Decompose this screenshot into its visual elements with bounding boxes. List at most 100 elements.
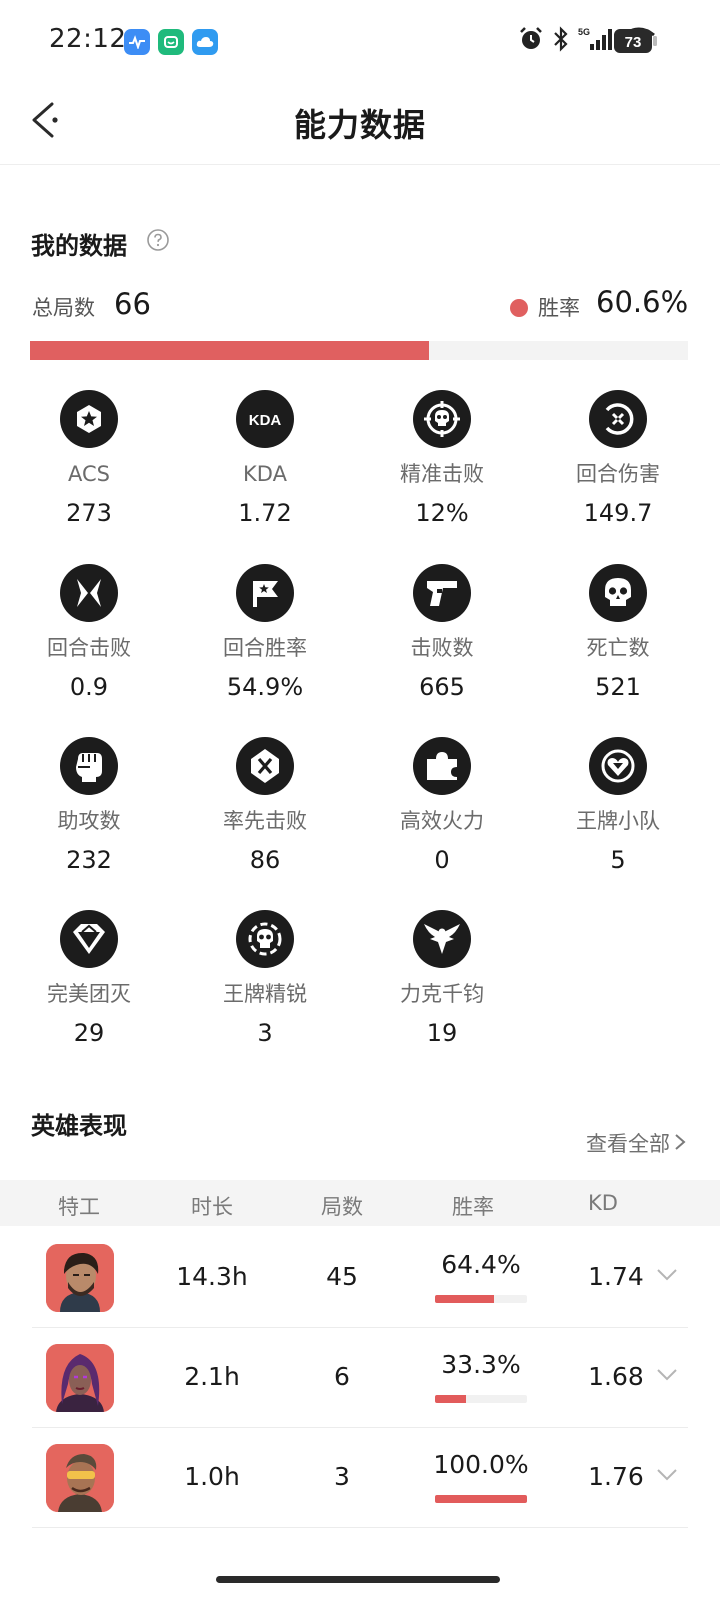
health-app-icon xyxy=(124,29,150,55)
hero-winrate-bar-fill xyxy=(435,1295,495,1303)
stat-item: 死亡数 521 xyxy=(533,564,703,702)
header-divider xyxy=(0,164,720,165)
home-indicator[interactable] xyxy=(216,1576,500,1583)
hero-games: 6 xyxy=(334,1362,350,1391)
status-bar: 22:12 5G 73 xyxy=(0,0,720,84)
fist-icon xyxy=(60,737,118,795)
stat-value: 232 xyxy=(66,846,112,874)
total-games-label: 总局数 xyxy=(32,296,95,320)
stat-item: 助攻数 232 xyxy=(4,737,174,875)
hero-performance-title: 英雄表现 xyxy=(31,1112,127,1140)
hero-time: 14.3h xyxy=(176,1262,248,1291)
hero-winrate: 33.3% xyxy=(441,1350,521,1379)
stat-value: 0.9 xyxy=(69,673,109,701)
winrate-dot xyxy=(510,299,528,317)
stat-item: 击败数 665 xyxy=(357,564,527,702)
stat-value: 29 xyxy=(73,1019,105,1047)
status-time: 22:12 xyxy=(49,24,127,54)
help-icon[interactable] xyxy=(146,228,170,252)
agent-avatar xyxy=(46,1244,114,1312)
stat-value: 521 xyxy=(595,673,641,701)
stat-label: 回合伤害 xyxy=(576,462,660,486)
winrate-bar xyxy=(30,341,688,360)
stat-item: 力克千钧 19 xyxy=(357,910,527,1048)
agent-avatar xyxy=(46,1344,114,1412)
row-divider xyxy=(32,1527,688,1528)
damage-icon xyxy=(589,390,647,448)
stat-label: 回合胜率 xyxy=(223,636,307,660)
stat-item: 率先击败 86 xyxy=(180,737,350,875)
stat-item: 精准击败 12% xyxy=(357,390,527,528)
winrate-bar-fill xyxy=(30,341,429,360)
stat-label: 率先击败 xyxy=(223,809,307,833)
stat-value: 5 xyxy=(610,846,626,874)
stat-value: 273 xyxy=(66,499,112,527)
star-hex-icon xyxy=(60,390,118,448)
view-all-link[interactable]: 查看全部 xyxy=(586,1128,686,1158)
hero-winrate: 100.0% xyxy=(433,1450,529,1479)
chevron-down-icon[interactable] xyxy=(656,1468,678,1482)
hero-winrate: 64.4% xyxy=(441,1250,521,1279)
stat-item: 高效火力 0 xyxy=(357,737,527,875)
stat-value: 12% xyxy=(415,499,469,527)
stat-item: 回合击败 0.9 xyxy=(4,564,174,702)
stat-value: 0 xyxy=(434,846,450,874)
battery-icon: 73 xyxy=(614,29,657,53)
stat-label: 力克千钧 xyxy=(400,982,484,1006)
hero-time: 2.1h xyxy=(184,1362,240,1391)
stat-label: 回合击败 xyxy=(47,636,131,660)
stat-value: 149.7 xyxy=(583,499,653,527)
column-header-time: 时长 xyxy=(191,1195,233,1219)
column-header-games: 局数 xyxy=(321,1195,363,1219)
stat-value: 19 xyxy=(426,1019,458,1047)
hero-winrate-bar-fill xyxy=(435,1395,466,1403)
hero-row[interactable]: 14.3h 45 64.4% 1.74 xyxy=(0,1228,720,1328)
hero-table-header: 特工 时长 局数 胜率 KD xyxy=(0,1180,720,1226)
signal-icon: 5G xyxy=(578,27,612,50)
hero-time: 1.0h xyxy=(184,1462,240,1491)
column-header-winrate: 胜率 xyxy=(452,1195,494,1219)
stat-item: KDA KDA 1.72 xyxy=(180,390,350,528)
skull-icon xyxy=(589,564,647,622)
hero-games: 45 xyxy=(326,1262,358,1291)
page-title: 能力数据 xyxy=(293,106,426,144)
pistol-icon xyxy=(413,564,471,622)
crosshair-skull-icon xyxy=(413,390,471,448)
notification-icons xyxy=(124,29,218,55)
hero-row[interactable]: 2.1h 6 33.3% 1.68 xyxy=(0,1328,720,1428)
mi-home-icon xyxy=(158,29,184,55)
stat-label: 死亡数 xyxy=(586,636,650,660)
stat-value: 1.72 xyxy=(238,499,292,527)
stat-label: 精准击败 xyxy=(400,462,484,486)
hero-winrate-bar xyxy=(435,1495,527,1503)
stat-value: 3 xyxy=(257,1019,273,1047)
flag-star-icon xyxy=(236,564,294,622)
crossed-blades-icon xyxy=(60,564,118,622)
stat-value: 86 xyxy=(249,846,281,874)
stat-label: KDA xyxy=(243,462,287,486)
agent-avatar xyxy=(46,1444,114,1512)
battery-level: 73 xyxy=(625,34,642,51)
stat-item: 王牌精锐 3 xyxy=(180,910,350,1048)
svg-text:5G: 5G xyxy=(578,27,590,37)
chevron-down-icon[interactable] xyxy=(656,1368,678,1382)
chevron-down-icon[interactable] xyxy=(656,1268,678,1282)
kda-icon: KDA xyxy=(236,390,294,448)
stat-label: ACS xyxy=(68,462,110,486)
view-all-label: 查看全部 xyxy=(586,1132,670,1156)
hero-row[interactable]: 1.0h 3 100.0% 1.76 xyxy=(0,1428,720,1528)
stat-value: 665 xyxy=(419,673,465,701)
stat-item: 完美团灭 29 xyxy=(4,910,174,1048)
column-header-kd: KD xyxy=(588,1191,618,1215)
hero-games: 3 xyxy=(334,1462,350,1491)
stat-label: 高效火力 xyxy=(400,809,484,833)
svg-text:KDA: KDA xyxy=(249,412,282,429)
stat-label: 王牌小队 xyxy=(576,809,660,833)
stat-label: 完美团灭 xyxy=(47,982,131,1006)
stat-item: 回合胜率 54.9% xyxy=(180,564,350,702)
bluetooth-icon xyxy=(554,26,568,52)
stat-label: 击败数 xyxy=(410,636,474,660)
first-blood-icon xyxy=(236,737,294,795)
column-header-agent: 特工 xyxy=(58,1195,100,1219)
hero-winrate-bar-fill xyxy=(435,1495,527,1503)
